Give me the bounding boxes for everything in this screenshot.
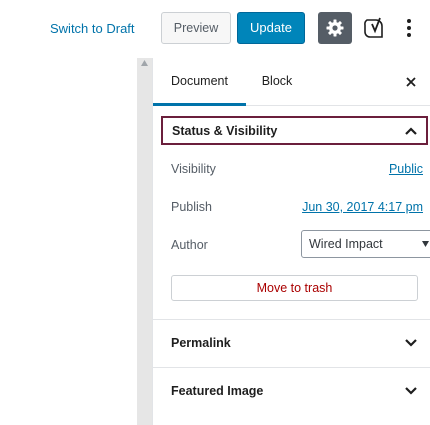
- status-visibility-panel-toggle[interactable]: Status & Visibility: [161, 116, 428, 145]
- preview-button[interactable]: Preview: [161, 12, 231, 44]
- publish-label: Publish: [171, 200, 212, 214]
- yoast-button[interactable]: [362, 13, 388, 43]
- chevron-up-icon: [405, 127, 417, 135]
- author-select[interactable]: Wired Impact: [301, 230, 430, 258]
- sidebar-tabs: Document Block: [153, 58, 430, 106]
- author-row: Author Wired Impact: [171, 230, 430, 258]
- featured-image-title: Featured Image: [171, 384, 264, 398]
- visibility-label: Visibility: [171, 162, 216, 176]
- editor-screen: Switch to Draft Preview Update Document …: [0, 0, 430, 425]
- status-visibility-title: Status & Visibility: [172, 123, 278, 138]
- visibility-row: Visibility Public: [171, 160, 423, 180]
- chevron-down-icon: [422, 241, 429, 247]
- chevron-down-icon: [405, 387, 417, 395]
- chevron-down-icon: [405, 339, 417, 347]
- featured-image-panel-toggle[interactable]: Featured Image: [153, 367, 430, 415]
- more-vertical-icon: [407, 19, 411, 37]
- settings-sidebar: Document Block Status & Visibility Visib…: [152, 58, 430, 425]
- author-label: Author: [171, 238, 208, 252]
- settings-button[interactable]: [318, 12, 352, 44]
- move-to-trash-button[interactable]: Move to trash: [171, 275, 418, 301]
- top-toolbar: Switch to Draft Preview Update: [0, 0, 430, 58]
- gear-icon: [326, 19, 344, 37]
- permalink-panel-toggle[interactable]: Permalink: [153, 319, 430, 367]
- editor-scroll-gutter[interactable]: [137, 58, 152, 425]
- publish-row: Publish Jun 30, 2017 4:17 pm: [171, 198, 423, 218]
- publish-date-link[interactable]: Jun 30, 2017 4:17 pm: [302, 200, 423, 214]
- author-select-value: Wired Impact: [309, 237, 383, 251]
- close-sidebar-button[interactable]: [401, 72, 421, 92]
- close-icon: [406, 77, 416, 87]
- permalink-title: Permalink: [171, 336, 231, 350]
- scroll-up-icon[interactable]: [141, 60, 148, 66]
- yoast-icon: [364, 17, 383, 38]
- more-options-button[interactable]: [398, 12, 420, 44]
- update-button[interactable]: Update: [237, 12, 305, 44]
- tab-document[interactable]: Document: [153, 58, 246, 106]
- switch-to-draft-button[interactable]: Switch to Draft: [50, 19, 135, 39]
- tab-block[interactable]: Block: [249, 58, 305, 106]
- visibility-link[interactable]: Public: [389, 162, 423, 176]
